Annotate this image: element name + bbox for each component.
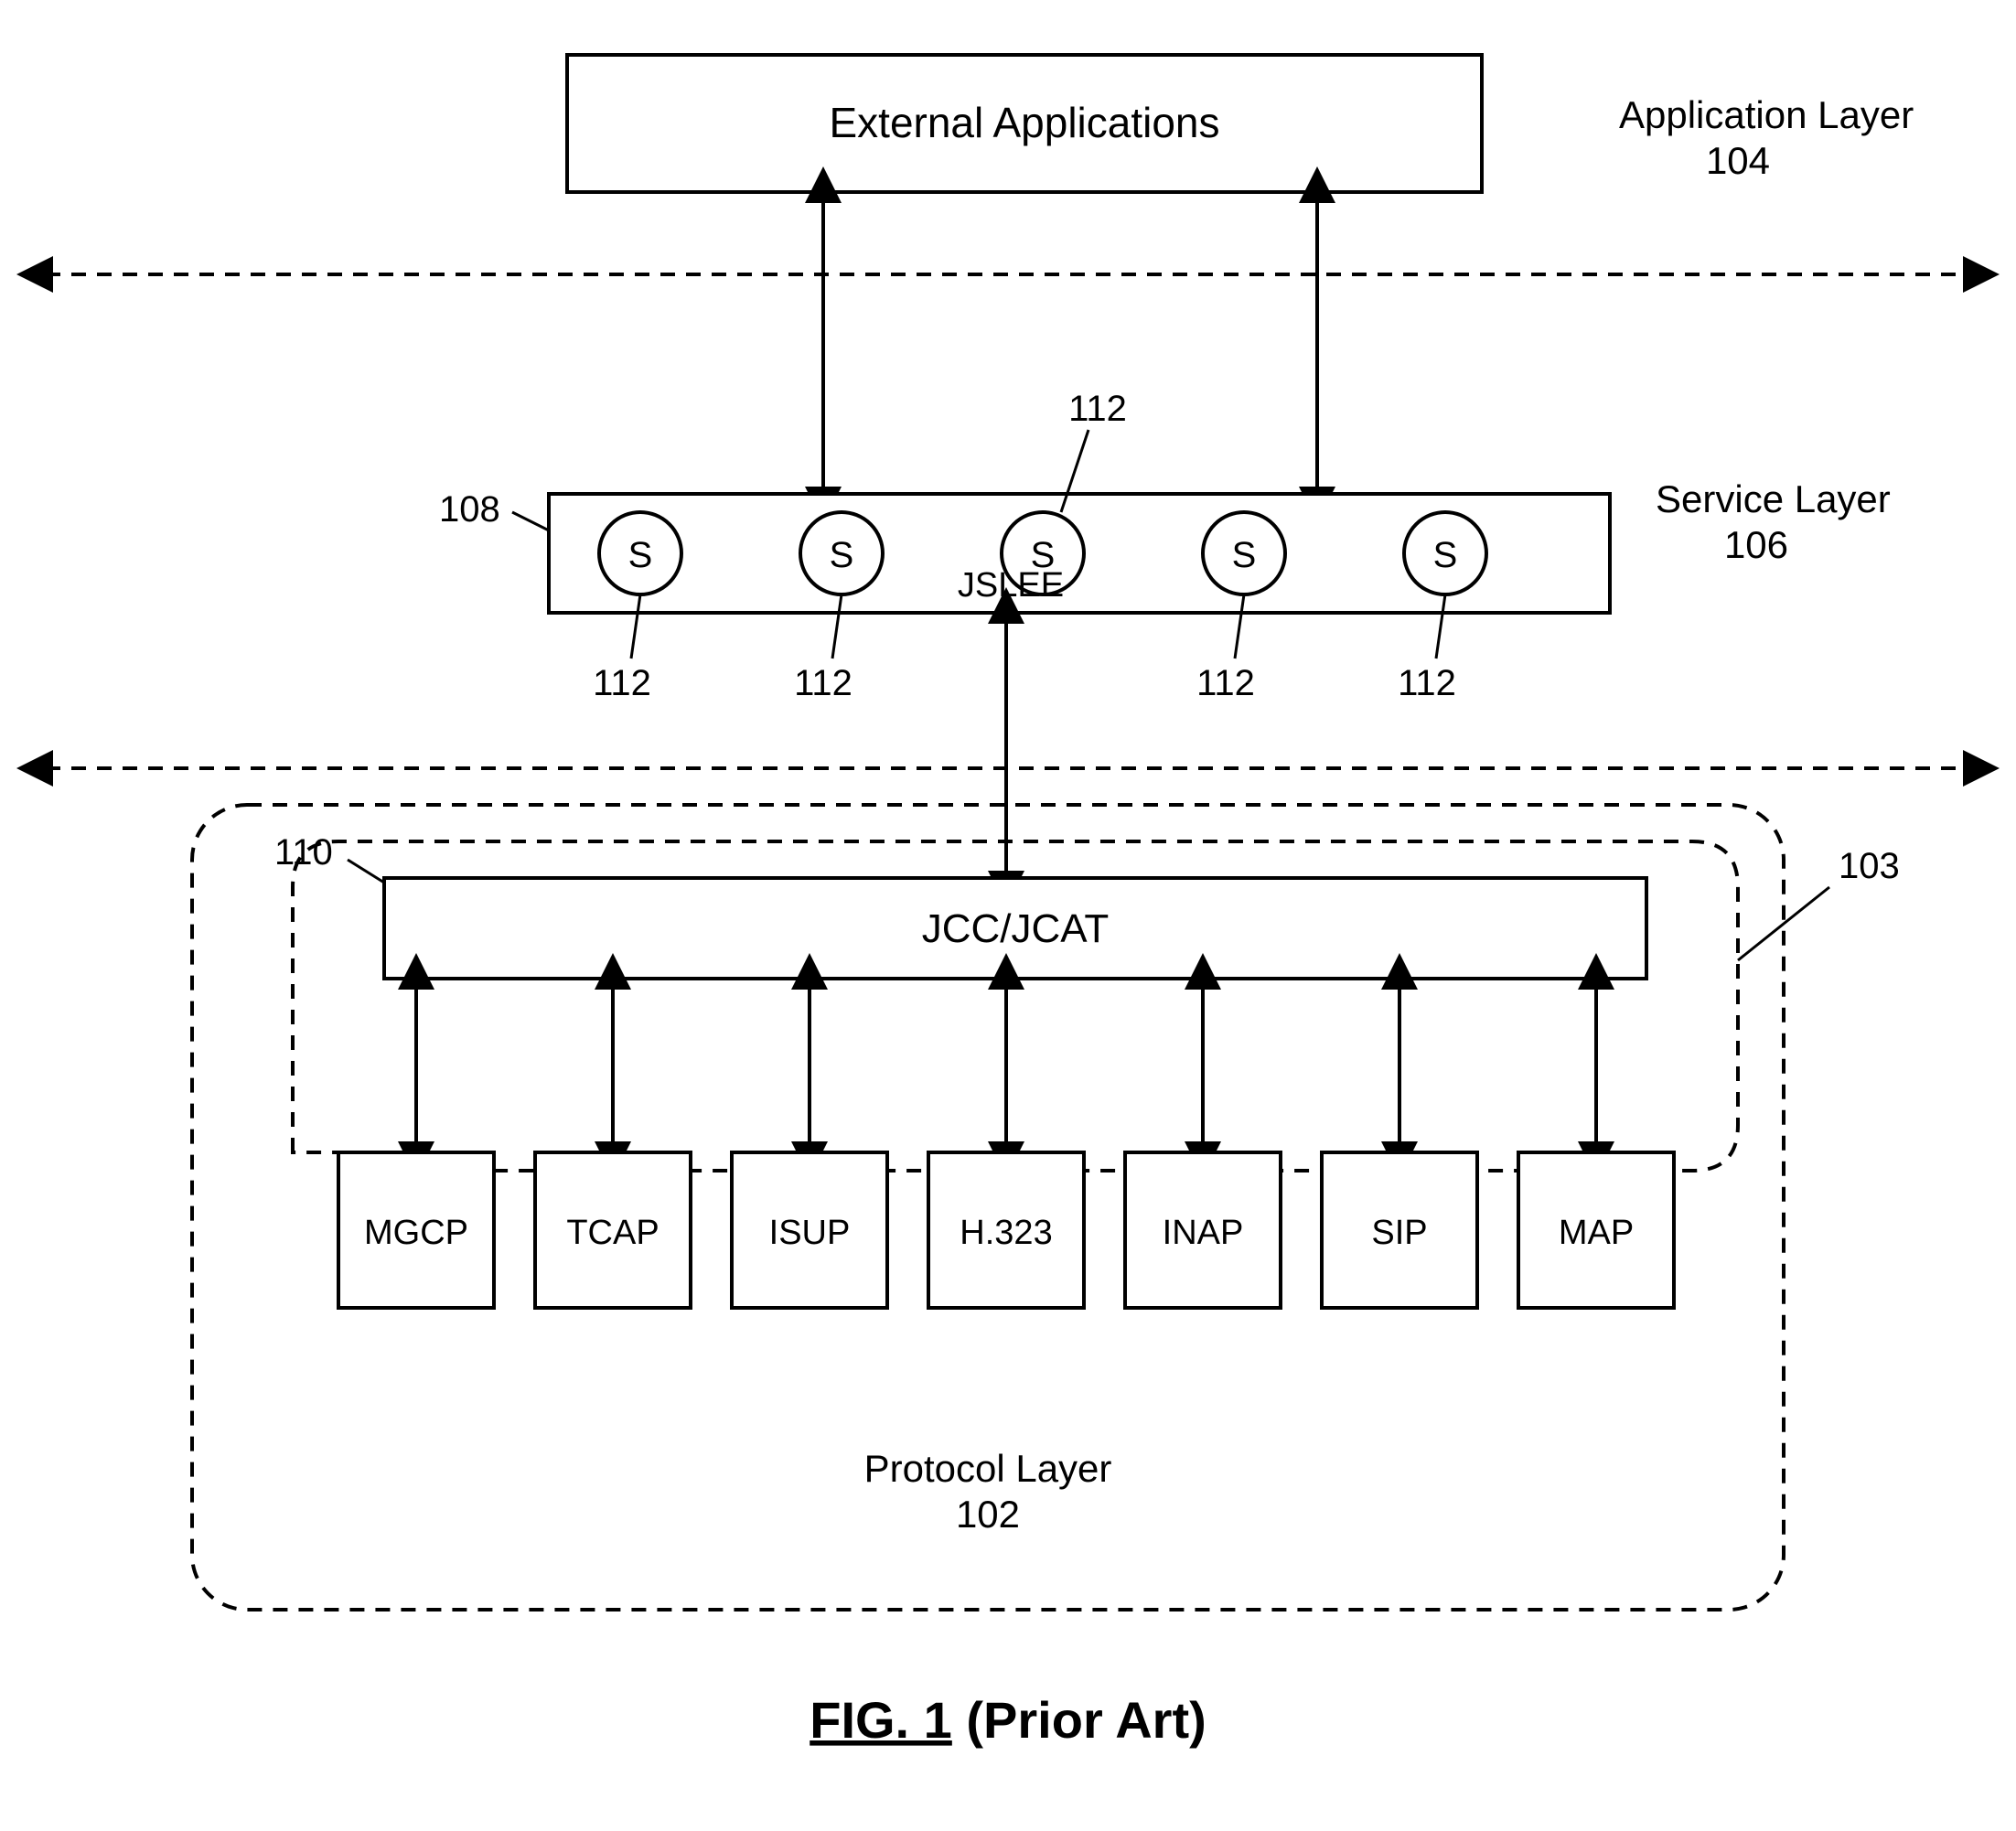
callout-108 [512,512,549,530]
protocol-label-3: H.323 [960,1214,1052,1252]
ref-112-b4: 112 [1398,663,1456,703]
service-s-1-label: S [628,535,653,575]
callout-110 [348,860,384,883]
jslee-ref: 108 [439,489,500,530]
ref-112-top: 112 [1068,389,1127,429]
service-layer-ref: 106 [1724,523,1788,566]
external-apps-label: External Applications [829,99,1219,146]
service-layer-label: Service Layer [1656,477,1891,520]
protocol-label-4: INAP [1163,1214,1244,1252]
service-s-5-label: S [1433,535,1458,575]
ref-103: 103 [1839,846,1900,886]
ref-112-b1: 112 [593,663,651,703]
callout-103 [1738,887,1829,960]
service-s-4-label: S [1232,535,1257,575]
protocol-layer-ref: 102 [956,1493,1020,1536]
application-layer-ref: 104 [1706,139,1770,182]
protocol-boxes: MGCP TCAP ISUP H.323 INAP SIP MAP [338,1152,1674,1308]
ref-112-b2: 112 [794,663,853,703]
figure-caption: FIG. 1 (Prior Art) [810,1691,1206,1749]
service-s-2-label: S [830,535,854,575]
protocol-label-6: MAP [1559,1214,1634,1252]
protocol-label-2: ISUP [769,1214,851,1252]
protocol-label-5: SIP [1371,1214,1427,1252]
figure-caption-note: (Prior Art) [966,1691,1206,1749]
protocol-label-0: MGCP [364,1214,468,1252]
jcc-ref: 110 [274,832,333,873]
jcc-protocol-arrows [416,982,1596,1149]
service-s-3-label: S [1031,535,1056,575]
figure-caption-fig: FIG. 1 [810,1691,952,1749]
application-layer-label: Application Layer [1619,93,1914,136]
ref-112-b3: 112 [1196,663,1255,703]
protocol-label-1: TCAP [566,1214,659,1252]
protocol-layer-label: Protocol Layer [864,1447,1112,1490]
jcc-label: JCC/JCAT [922,906,1110,951]
